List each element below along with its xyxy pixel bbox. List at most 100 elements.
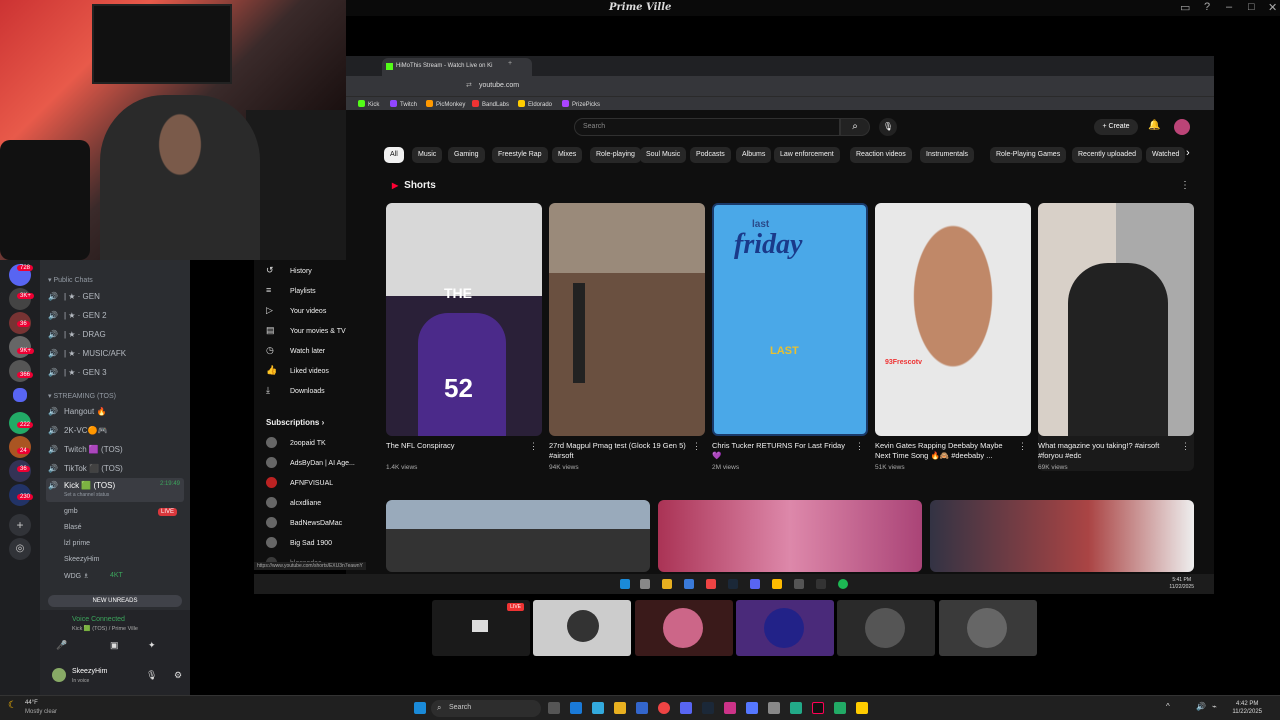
settings-icon[interactable] [768,702,780,714]
help-icon[interactable]: ? [1204,1,1210,13]
chip-law-enforcement[interactable]: Law enforcement [774,147,840,163]
search-icon[interactable] [640,579,650,589]
tray-chevron-icon[interactable]: ^ [1166,702,1170,711]
file-explorer-icon[interactable] [614,702,626,714]
avatar[interactable] [52,668,66,682]
app-icon[interactable] [592,702,604,714]
file-explorer-icon[interactable] [662,579,672,589]
subscription-item[interactable]: Big Sad 1900 [266,537,332,548]
window-thumbnail[interactable] [736,600,834,656]
chevron-right-icon[interactable]: › [1186,147,1190,159]
chip-reaction-videos[interactable]: Reaction videos [850,147,912,163]
more-options-icon[interactable]: ⋮ [1180,180,1190,191]
url-text[interactable]: youtube.com [479,82,519,89]
app-icon[interactable] [746,702,758,714]
channel-item[interactable]: 🔊 | ★ · GEN [48,292,100,301]
short-thumbnail[interactable]: 93Frescotv [875,203,1031,436]
channel-item[interactable]: 🔊 | ★ · DRAG [48,330,106,339]
channel-item[interactable]: 🔊 TikTok ⬛ (TOS) [48,464,123,473]
sidebar-item-playlists[interactable]: ≡ Playlists [266,285,316,295]
more-options-icon[interactable]: ⋮ [529,441,538,452]
chip-albums[interactable]: Albums [736,147,772,163]
voice-search-icon[interactable]: 🎙 [879,118,897,136]
voice-member[interactable]: gmb [64,508,78,515]
short-title[interactable]: The NFL Conspiracy [386,441,526,461]
channel-item[interactable]: 🔊 Twitch 🟪 (TOS) [48,445,123,454]
short-card[interactable]: last friday LAST Chris Tucker RETURNS Fo… [712,203,868,471]
video-thumbnail[interactable] [930,500,1194,572]
window-thumbnail[interactable]: LIVE [432,600,530,656]
chip-instrumentals[interactable]: Instrumentals [920,147,975,163]
window-thumbnail[interactable] [533,600,631,656]
new-unreads-button[interactable]: NEW UNREADS [48,595,182,607]
video-thumbnail[interactable] [658,500,922,572]
chip-mixes[interactable]: Mixes [552,147,583,163]
video-thumbnail[interactable] [386,500,650,572]
microphone-icon[interactable]: 🎙 [146,670,157,681]
windows-start-icon[interactable] [620,579,630,589]
sidebar-item-history[interactable]: ↺ History [266,265,312,276]
search-input[interactable]: Search [574,118,840,136]
chip-role-playing[interactable]: Role-playing [590,147,641,163]
steam-icon[interactable] [702,702,714,714]
channel-item[interactable]: 🔊 | ★ · MUSIC/AFK [48,349,126,358]
server-icon[interactable] [9,336,31,358]
discord-icon[interactable] [750,579,760,589]
channel-item[interactable]: 🔊 2K-VC🟠🎮 [48,426,107,435]
app-icon[interactable] [794,579,804,589]
close-icon[interactable]: ✕ [1268,1,1277,14]
more-options-icon[interactable]: ⋮ [1181,441,1190,452]
bookmark-item[interactable]: Twitch [390,100,417,108]
short-thumbnail[interactable]: last friday LAST [712,203,868,436]
weather-icon[interactable]: ☾ [8,700,17,711]
chip-watched[interactable]: Watched [1146,147,1186,163]
volume-icon[interactable]: 🔊 [1196,702,1206,711]
chip-freestyle-rap[interactable]: Freestyle Rap [492,147,548,163]
bookmark-item[interactable]: BandLabs [472,100,509,108]
sidebar-item-watch-later[interactable]: ◷ Watch later [266,345,325,356]
chip-soul-music[interactable]: Soul Music [640,147,687,163]
address-bar[interactable]: ⇄ youtube.com [346,76,1214,96]
bookmark-item[interactable]: Eldorado [518,100,552,108]
brave-icon[interactable] [706,579,716,589]
folder-icon[interactable] [13,388,27,402]
subscription-item[interactable]: AdsByDan | AI Age... [266,457,355,468]
discover-icon[interactable]: ◎ [9,538,31,560]
task-view-icon[interactable] [548,702,560,714]
short-title[interactable]: Kevin Gates Rapping Deebaby Maybe Next T… [875,441,1015,461]
more-options-icon[interactable]: ⋮ [855,441,864,452]
short-thumbnail[interactable] [1038,203,1194,436]
channel-item[interactable]: 🔊 Hangout 🔥 [48,407,106,416]
sidebar-item-your-videos[interactable]: ▷ Your videos [266,305,326,316]
channel-item[interactable]: 🔊 | ★ · GEN 3 [48,368,107,377]
chip-recently-uploaded[interactable]: Recently uploaded [1072,147,1142,163]
window-thumbnail[interactable] [635,600,733,656]
channel-item[interactable]: 🔊 | ★ · GEN 2 [48,311,107,320]
app-icon[interactable] [834,702,846,714]
mute-icon[interactable]: 🎤 [56,640,67,651]
sticky-notes-icon[interactable] [856,702,868,714]
app-icon[interactable] [816,579,826,589]
chip-all[interactable]: All [384,147,404,163]
subscription-item[interactable]: BadNewsDaMac [266,517,342,528]
taskbar-search[interactable]: ⌕ Search [431,700,541,717]
app-icon[interactable] [772,579,782,589]
active-channel[interactable]: 🔊 Kick 🟩 (TOS) 2:19:49 Set a channel stat… [46,478,184,502]
minimize-icon[interactable]: – [1226,1,1232,13]
server-icon[interactable] [9,436,31,458]
short-title[interactable]: Chris Tucker RETURNS For Last Friday 💜 [712,441,852,461]
category-streaming[interactable]: ▾ STREAMING (TOS) [48,392,116,400]
windows-start-icon[interactable] [414,702,426,714]
more-options-icon[interactable]: ⋮ [1018,441,1027,452]
spotify-icon[interactable] [838,579,848,589]
chip-role-playing-games[interactable]: Role-Playing Games [990,147,1067,163]
network-icon[interactable]: ⌁ [1212,702,1217,711]
channel-status-hint[interactable]: Set a channel status [64,492,109,498]
server-icon[interactable] [9,360,31,382]
short-title[interactable]: 27rd Magpul Pmag test (Glock 19 Gen 5) #… [549,441,689,461]
bookmark-item[interactable]: PicMonkey [426,100,465,108]
sidebar-item-downloads[interactable]: ⤓ Downloads [266,385,325,396]
notifications-icon[interactable]: 🔔 [1148,120,1160,131]
app-icon[interactable] [790,702,802,714]
window-icon[interactable]: ▭ [1180,1,1190,14]
